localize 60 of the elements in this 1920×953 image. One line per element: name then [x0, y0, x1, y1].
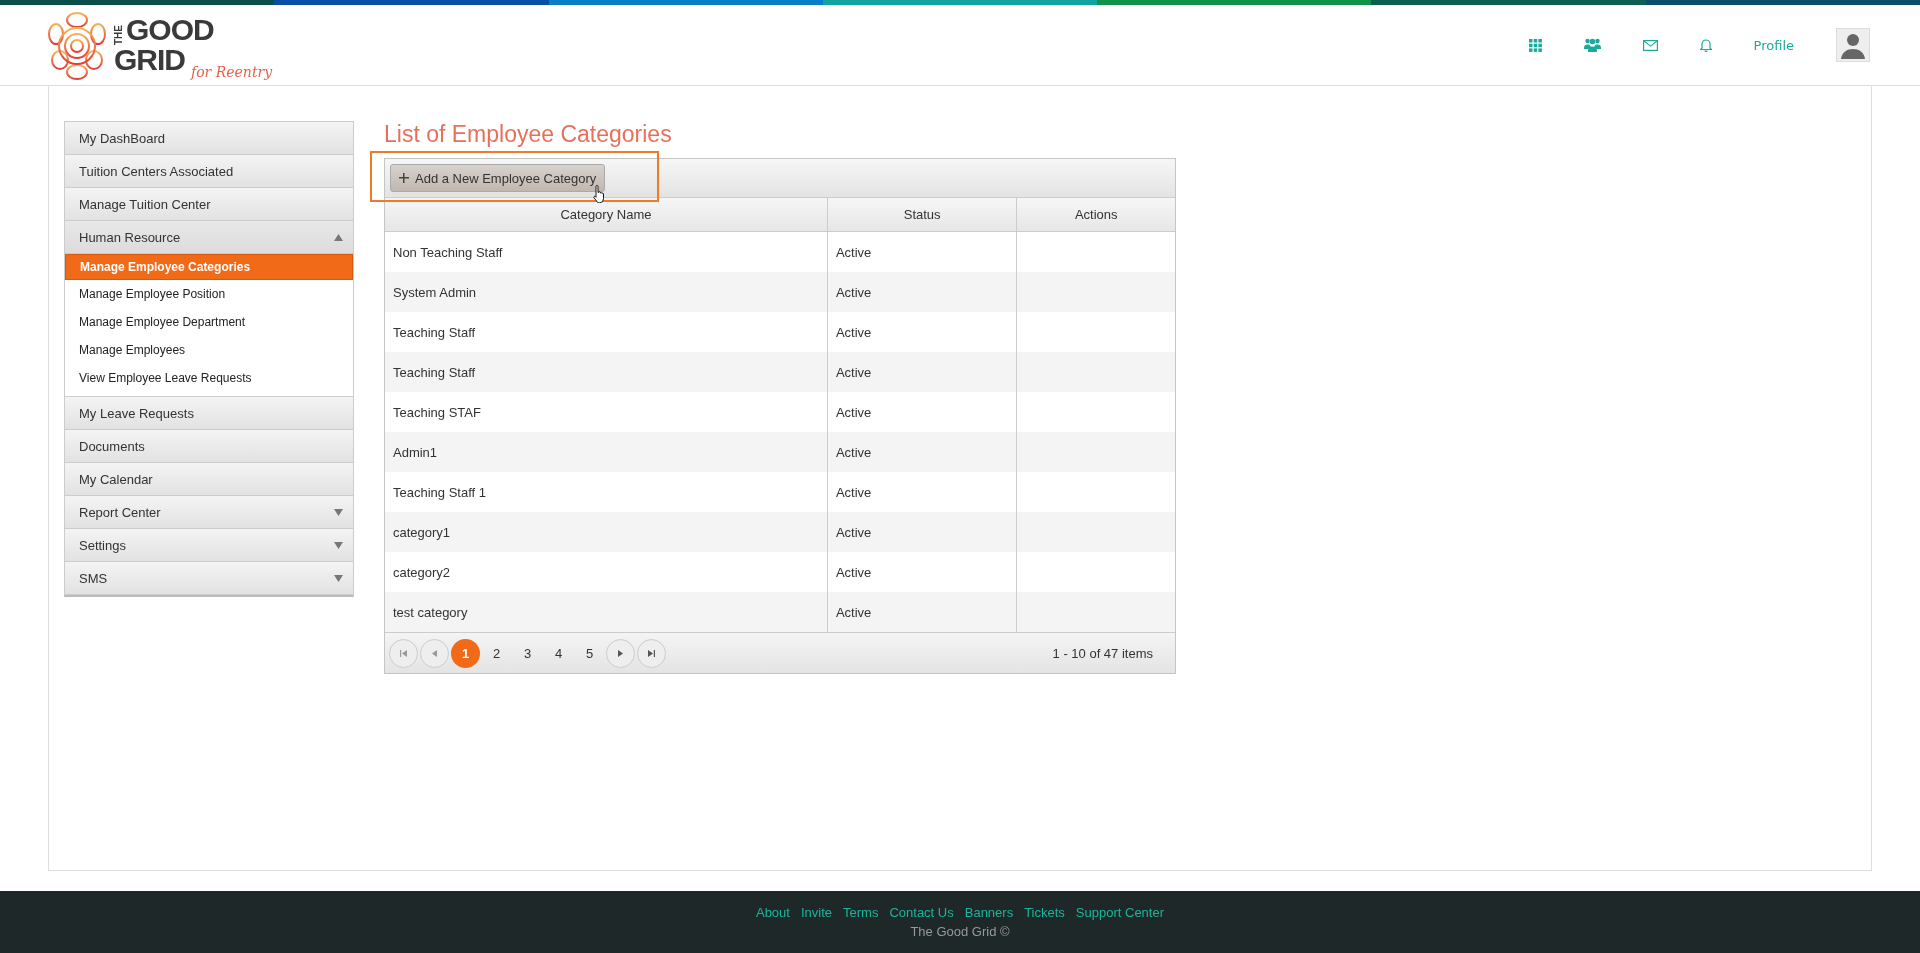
previous-page-button[interactable]: [420, 638, 449, 668]
page-number[interactable]: 2: [482, 638, 511, 668]
footer-link[interactable]: Tickets: [1024, 905, 1065, 920]
hand-cursor-icon: [592, 185, 606, 203]
table-cell: Active: [827, 272, 1017, 312]
sidebar-item[interactable]: Human Resource: [65, 221, 353, 254]
copyright-text: The Good Grid ©: [910, 924, 1010, 939]
first-page-button[interactable]: [389, 638, 418, 668]
flower-logo-icon: [46, 10, 108, 80]
sidebar-item[interactable]: Settings: [65, 529, 353, 562]
page-title: List of Employee Categories: [384, 121, 673, 148]
table-cell: Active: [827, 432, 1017, 472]
sidebar-item[interactable]: My DashBoard: [65, 122, 353, 155]
sidebar-item[interactable]: Report Center: [65, 496, 353, 529]
pager-summary: 1 - 10 of 47 items: [1052, 645, 1153, 661]
column-header[interactable]: Actions: [1017, 198, 1175, 232]
sidebar-subitem[interactable]: View Employee Leave Requests: [65, 364, 353, 392]
table-cell: Teaching Staff: [385, 352, 828, 392]
sidebar-subitem[interactable]: Manage Employee Position: [65, 280, 353, 308]
bell-icon[interactable]: [1699, 38, 1712, 52]
page-number[interactable]: 3: [513, 638, 542, 668]
last-page-icon: [648, 649, 655, 657]
footer-link[interactable]: Invite: [800, 905, 833, 920]
footer-link[interactable]: Contact Us: [889, 905, 954, 920]
table-cell: test category: [385, 592, 828, 632]
footer-link[interactable]: Terms: [843, 905, 879, 920]
logo-text: GOOD: [126, 15, 214, 45]
footer-link[interactable]: About: [755, 905, 790, 920]
page-number[interactable]: 5: [575, 638, 604, 668]
page-number[interactable]: 4: [544, 638, 573, 668]
sidebar-item[interactable]: Documents: [65, 430, 353, 463]
table-cell: Admin1: [385, 432, 828, 472]
table-cell: category1: [385, 512, 828, 552]
sidebar-item[interactable]: Manage Tuition Center: [65, 188, 353, 221]
sidebar-subitem[interactable]: Manage Employee Department: [65, 308, 353, 336]
sidebar-item[interactable]: My Leave Requests: [65, 397, 353, 430]
avatar-icon[interactable]: [1836, 28, 1870, 62]
footer-link[interactable]: Support Center: [1075, 905, 1165, 920]
add-category-button[interactable]: Add a New Employee Category: [390, 164, 606, 192]
sidebar-subitem[interactable]: Manage Employees: [65, 336, 353, 364]
sidebar-item[interactable]: SMS: [65, 562, 353, 595]
left-triangle-icon: [432, 649, 437, 657]
right-triangle-icon: [618, 649, 623, 657]
logo-text: THE: [114, 25, 124, 45]
first-page-icon: [400, 649, 407, 657]
sidebar-item[interactable]: Tuition Centers Associated: [65, 155, 353, 188]
mail-icon[interactable]: [1642, 39, 1658, 51]
sidebar-item[interactable]: My Calendar: [65, 463, 353, 496]
logo-text: GRID: [114, 45, 185, 75]
footer-link[interactable]: Banners: [964, 905, 1014, 920]
table-cell: Active: [827, 352, 1017, 392]
column-header[interactable]: Status: [827, 198, 1017, 232]
users-icon[interactable]: [1583, 38, 1601, 52]
grid-icon[interactable]: [1528, 38, 1542, 52]
logo-tagline: for Reentry: [191, 65, 273, 79]
table-cell: Active: [827, 592, 1017, 632]
table-cell: Active: [827, 512, 1017, 552]
table-cell: System Admin: [385, 272, 828, 312]
last-page-button[interactable]: [637, 638, 666, 668]
column-header[interactable]: Category Name: [385, 198, 828, 232]
